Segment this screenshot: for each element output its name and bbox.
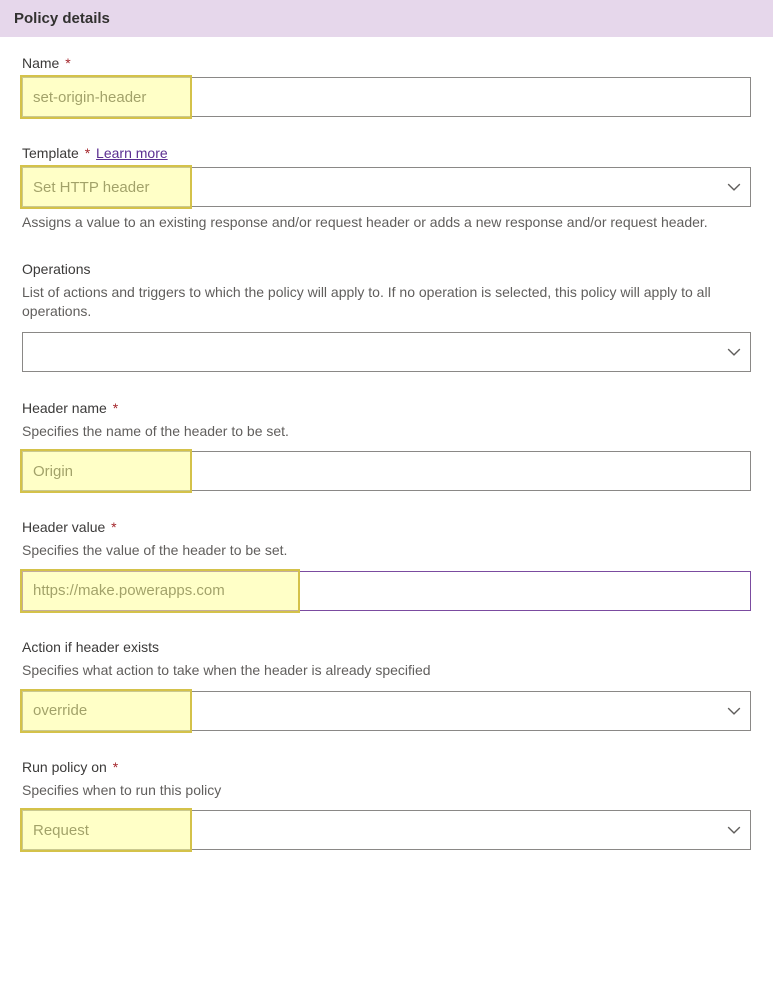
field-template: Template * Learn more Assigns a value to… — [22, 145, 751, 233]
required-indicator: * — [113, 759, 118, 775]
action-if-exists-select[interactable] — [22, 691, 751, 731]
run-on-select[interactable] — [22, 810, 751, 850]
header-value-input[interactable] — [22, 571, 751, 611]
field-header-name: Header name * Specifies the name of the … — [22, 400, 751, 492]
learn-more-link[interactable]: Learn more — [96, 145, 168, 161]
field-operations: Operations List of actions and triggers … — [22, 261, 751, 372]
run-on-label: Run policy on * — [22, 759, 751, 775]
section-header: Policy details — [0, 0, 773, 37]
template-select[interactable] — [22, 167, 751, 207]
required-indicator: * — [113, 400, 118, 416]
template-label: Template * Learn more — [22, 145, 751, 161]
header-name-label: Header name * — [22, 400, 751, 416]
required-indicator: * — [111, 519, 116, 535]
header-name-input[interactable] — [22, 451, 751, 491]
operations-label: Operations — [22, 261, 751, 277]
field-run-on: Run policy on * Specifies when to run th… — [22, 759, 751, 851]
section-title: Policy details — [14, 10, 110, 27]
header-value-desc: Specifies the value of the header to be … — [22, 541, 751, 561]
operations-select[interactable] — [22, 332, 751, 372]
run-on-desc: Specifies when to run this policy — [22, 781, 751, 801]
action-if-exists-label: Action if header exists — [22, 639, 751, 655]
header-value-label: Header value * — [22, 519, 751, 535]
operations-desc: List of actions and triggers to which th… — [22, 283, 751, 322]
header-name-desc: Specifies the name of the header to be s… — [22, 422, 751, 442]
action-if-exists-desc: Specifies what action to take when the h… — [22, 661, 751, 681]
required-indicator: * — [85, 145, 90, 161]
field-header-value: Header value * Specifies the value of th… — [22, 519, 751, 611]
run-on-label-text: Run policy on — [22, 759, 107, 775]
name-input[interactable] — [22, 77, 751, 117]
template-help-text: Assigns a value to an existing response … — [22, 213, 751, 233]
policy-form: Name * Template * Learn more Assigns a v… — [0, 37, 773, 880]
field-action-if-exists: Action if header exists Specifies what a… — [22, 639, 751, 731]
header-name-label-text: Header name — [22, 400, 107, 416]
header-value-label-text: Header value — [22, 519, 105, 535]
name-label: Name * — [22, 55, 751, 71]
name-label-text: Name — [22, 55, 59, 71]
template-label-text: Template — [22, 145, 79, 161]
field-name: Name * — [22, 55, 751, 117]
required-indicator: * — [65, 55, 70, 71]
